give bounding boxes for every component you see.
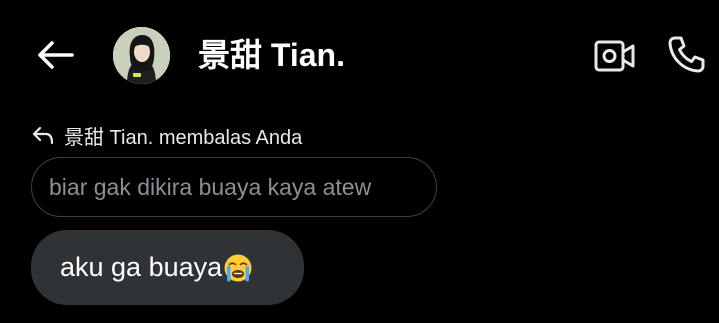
reply-context: 景甜 Tian. membalas Anda (32, 122, 303, 149)
video-call-button[interactable] (592, 34, 638, 78)
chat-header: 景甜 Tian. (0, 0, 719, 112)
profile-photo (113, 27, 170, 84)
loudly-crying-face-emoji (224, 254, 252, 282)
message-text: aku ga buaya (60, 252, 223, 282)
reply-arrow-icon (32, 123, 56, 147)
quoted-message[interactable]: biar gak dikira buaya kaya atew (31, 157, 437, 217)
avatar[interactable] (113, 27, 170, 84)
quoted-message-text: biar gak dikira buaya kaya atew (49, 173, 372, 200)
video-camera-icon (594, 40, 635, 72)
reply-context-label: 景甜 Tian. membalas Anda (64, 126, 303, 149)
back-button[interactable] (30, 32, 80, 78)
message-bubble[interactable]: aku ga buaya (31, 230, 304, 305)
phone-icon (668, 36, 705, 73)
voice-call-button[interactable] (664, 33, 708, 77)
contact-name[interactable]: 景甜 Tian. (198, 36, 345, 74)
arrow-left-icon (38, 41, 74, 69)
